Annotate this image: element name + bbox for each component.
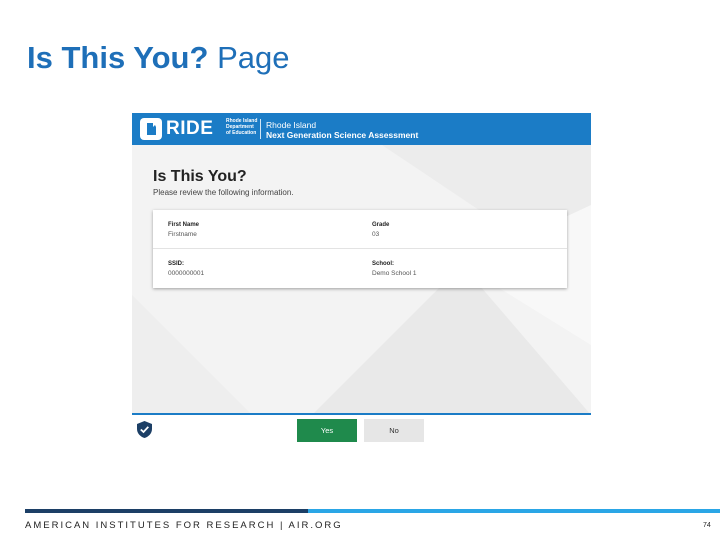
first-name-field: First Name Firstname [168,221,199,239]
action-bar: Yes No [132,415,591,443]
assessment-title: Rhode Island Next Generation Science Ass… [266,120,418,140]
rhode-island-logo-icon [140,118,162,140]
student-info-card: First Name Firstname Grade 03 SSID: 0000… [153,210,567,288]
assessment-title-line1: Rhode Island [266,120,317,130]
field-label: First Name [168,222,200,228]
ssid-field: SSID: 0000000001 [168,260,204,278]
field-value: 0000000001 [168,270,205,277]
field-label: Grade [372,222,390,228]
ride-logo-text: RIDE [166,118,214,139]
slide-title: Is This You? Page [27,38,289,78]
grade-field: Grade 03 [372,221,389,239]
school-field: School: Demo School 1 [372,260,416,278]
info-row: SSID: 0000000001 School: Demo School 1 [153,249,567,287]
field-value: Demo School 1 [372,270,417,277]
page-subheading: Please review the following information. [153,188,294,197]
slide-title-bold: Is This You? [27,40,209,75]
info-row: First Name Firstname Grade 03 [153,210,567,249]
field-value: 03 [372,231,380,238]
field-label: SSID: [168,261,185,267]
app-header: RIDE Rhode Island Department of Educatio… [132,113,591,145]
page-number: 74 [703,522,711,529]
footer-bar-dark [25,509,308,513]
slide-title-light: Page [217,40,290,75]
footer-text: AMERICAN INSTITUTES FOR RESEARCH | AIR.O… [25,520,343,531]
shield-check-icon [136,420,153,443]
no-button[interactable]: No [364,419,424,442]
yes-button[interactable]: Yes [297,419,357,442]
footer-bar-light [308,509,720,513]
field-value: Firstname [168,231,197,238]
field-label: School: [372,261,394,267]
page-heading: Is This You? [153,168,247,185]
header-divider [260,119,261,139]
app-screenshot: RIDE Rhode Island Department of Educatio… [132,113,591,443]
assessment-title-line2: Next Generation Science Assessment [266,130,419,140]
